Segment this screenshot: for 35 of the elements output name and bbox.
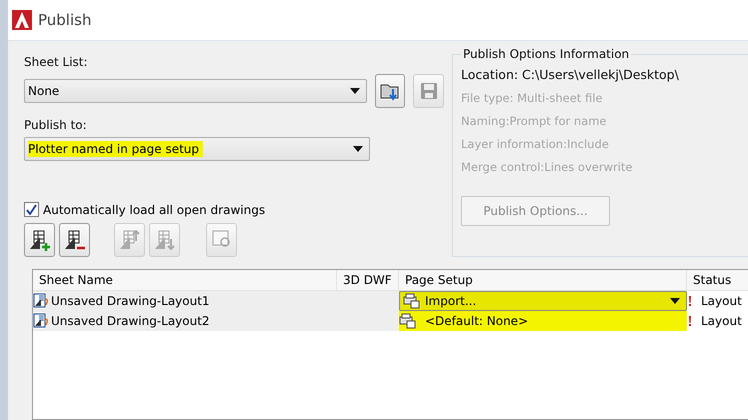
- plotter-icon: [403, 293, 421, 309]
- status-text: Layout: [701, 294, 742, 308]
- warning-icon: [687, 315, 693, 327]
- sheet-list-label: Sheet List:: [24, 55, 89, 69]
- info-line: File type: Multi-sheet file: [461, 91, 604, 105]
- caret-icon: [353, 146, 363, 152]
- info-line: Location: C:\Users\vellekj\Desktop\: [461, 67, 680, 82]
- auto-load-label: Automatically load all open drawings: [43, 202, 266, 216]
- caret-icon: [350, 88, 360, 94]
- toolbar-button[interactable]: [24, 223, 55, 257]
- page-setup-value: <Default: None>: [425, 314, 528, 328]
- caret-icon: [670, 298, 680, 304]
- sheet-list-dropdown[interactable]: None: [24, 79, 367, 103]
- info-line: Naming:Prompt for name: [461, 114, 608, 128]
- save-icon: [418, 81, 439, 101]
- info-line: Layer information:Include: [461, 137, 610, 151]
- publish-to-dropdown[interactable]: Plotter named in page setup: [24, 137, 370, 161]
- app-logo-icon: [12, 10, 32, 30]
- publish-to-label: Publish to:: [24, 118, 88, 132]
- column-header: Page Setup: [399, 270, 687, 291]
- info-line: Merge control:Lines overwrite: [461, 160, 634, 174]
- group-title: Publish Options Information: [462, 47, 630, 61]
- auto-load-checkbox[interactable]: [24, 202, 39, 217]
- column-header: Status: [687, 270, 748, 291]
- window-title: Publish: [38, 11, 92, 29]
- column-header: Sheet Name: [33, 270, 337, 291]
- page-setup-dropdown[interactable]: Import...: [399, 291, 687, 311]
- sheet-name: Unsaved Drawing-Layout1: [51, 294, 210, 308]
- column-header: 3D DWF: [337, 270, 399, 291]
- status-text: Layout: [701, 314, 742, 328]
- plotter-icon: [399, 313, 417, 329]
- load-sheet-list-button[interactable]: [374, 74, 406, 108]
- warning-icon: [687, 295, 693, 307]
- sheet-name: Unsaved Drawing-Layout2: [51, 314, 210, 328]
- toolbar-button[interactable]: [59, 223, 90, 257]
